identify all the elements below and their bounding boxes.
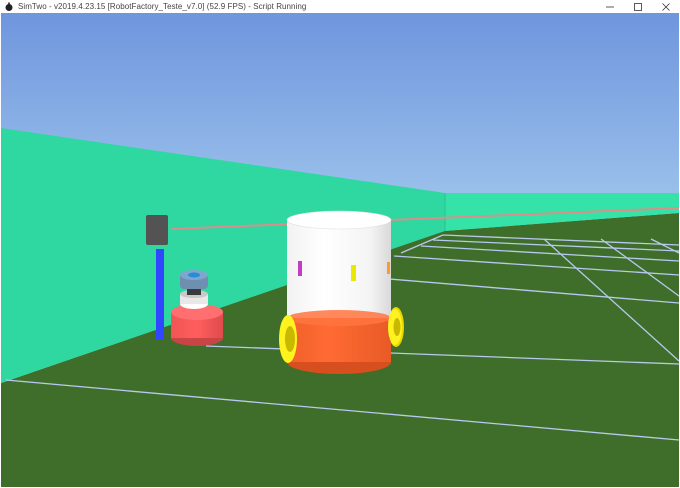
close-icon: [662, 2, 670, 11]
maximize-icon: [634, 2, 642, 11]
3d-viewport[interactable]: [1, 13, 679, 487]
title-bar[interactable]: SimTwo - v2019.4.23.15 [RobotFactory_Tes…: [0, 0, 680, 13]
minimize-icon: [606, 6, 614, 7]
robot-app-icon: [5, 2, 13, 11]
close-button[interactable]: [652, 0, 680, 13]
window-title: SimTwo - v2019.4.23.15 [RobotFactory_Tes…: [18, 2, 307, 11]
scene-canvas[interactable]: [1, 13, 679, 487]
simtwo-window: SimTwo - v2019.4.23.15 [RobotFactory_Tes…: [0, 0, 680, 488]
window-controls: [596, 0, 680, 13]
maximize-button[interactable]: [624, 0, 652, 13]
minimize-button[interactable]: [596, 0, 624, 13]
main-robot: [279, 210, 404, 374]
